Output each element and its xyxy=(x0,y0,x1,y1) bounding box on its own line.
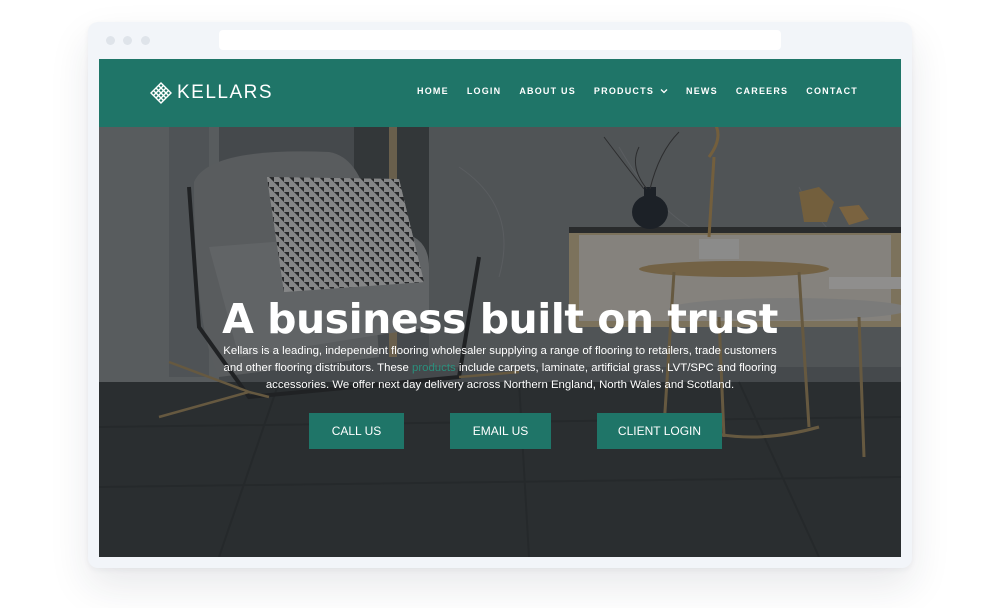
nav-home[interactable]: HOME xyxy=(417,86,449,96)
nav-login[interactable]: LOGIN xyxy=(467,86,502,96)
address-bar[interactable] xyxy=(219,30,781,50)
client-login-button[interactable]: CLIENT LOGIN xyxy=(597,413,722,449)
email-us-button[interactable]: EMAIL US xyxy=(450,413,551,449)
main-navigation: HOME LOGIN ABOUT US PRODUCTS NEWS CAREER… xyxy=(399,86,858,96)
woven-diamond-logo-icon xyxy=(150,82,172,104)
site-logo[interactable]: KELLARS xyxy=(150,81,273,105)
nav-careers[interactable]: CAREERS xyxy=(736,86,788,96)
window-maximize-dot[interactable] xyxy=(141,36,150,45)
hero-headline: A business built on trust xyxy=(222,295,778,344)
products-inline-link[interactable]: products xyxy=(412,362,456,374)
nav-products-label: PRODUCTS xyxy=(593,86,655,96)
window-minimize-dot[interactable] xyxy=(123,36,132,45)
logo-wordmark: KELLARS xyxy=(177,82,274,103)
nav-products[interactable]: PRODUCTS xyxy=(594,86,668,96)
site-header: KELLARS HOME LOGIN ABOUT US PRODUCTS NEW… xyxy=(99,59,901,127)
nav-news[interactable]: NEWS xyxy=(686,86,718,96)
hero-section: A business built on trust Kellars is a l… xyxy=(99,127,901,557)
window-close-dot[interactable] xyxy=(106,36,115,45)
call-us-button[interactable]: CALL US xyxy=(309,413,404,449)
page-viewport: KELLARS HOME LOGIN ABOUT US PRODUCTS NEW… xyxy=(99,59,901,557)
chevron-down-icon xyxy=(660,89,668,94)
hero-intro-text: Kellars is a leading, independent floori… xyxy=(217,343,783,394)
nav-contact[interactable]: CONTACT xyxy=(806,86,858,96)
browser-window: KELLARS HOME LOGIN ABOUT US PRODUCTS NEW… xyxy=(88,22,912,568)
nav-about-us[interactable]: ABOUT US xyxy=(519,86,576,96)
